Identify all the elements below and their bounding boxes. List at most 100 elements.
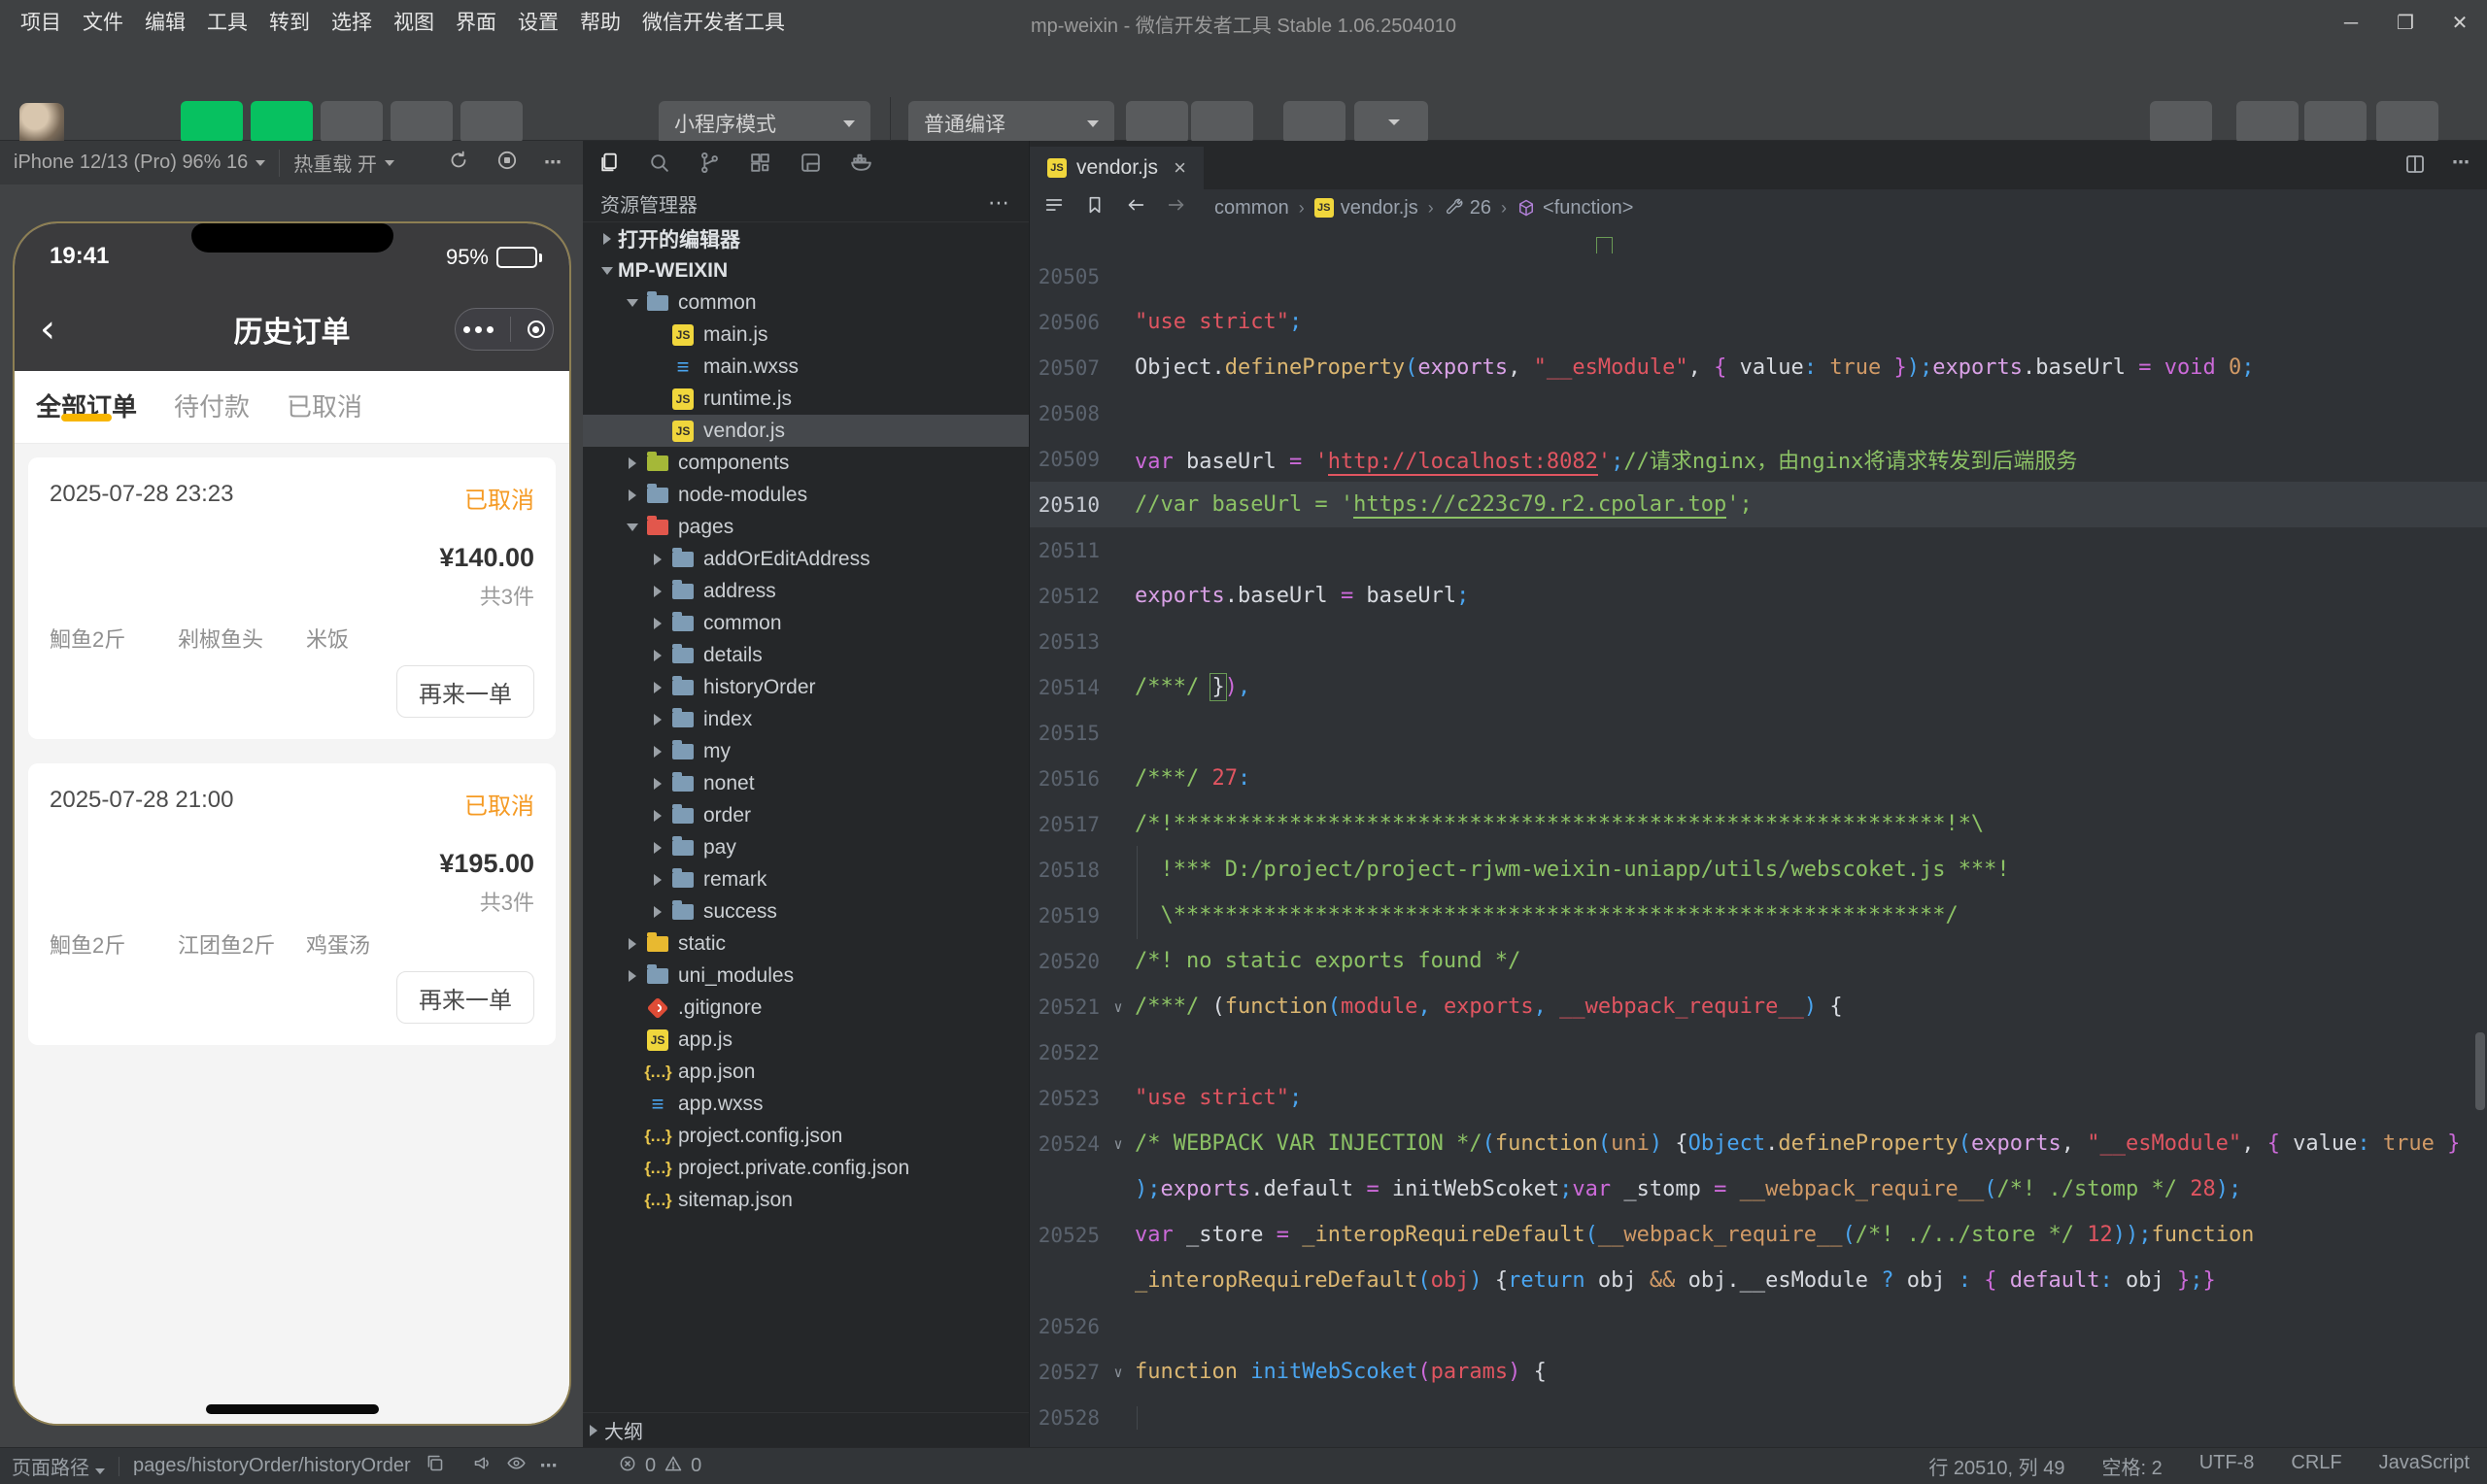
tree-item-app.json[interactable]: {…} app.json — [583, 1056, 1029, 1088]
tree-item-order[interactable]: order — [583, 799, 1029, 831]
fold-chevron-icon[interactable]: ∨ — [1106, 1364, 1131, 1381]
编辑器-button[interactable] — [251, 101, 313, 144]
tree-item-nonet[interactable]: nonet — [583, 767, 1029, 799]
more-icon[interactable]: ⋯ — [540, 1455, 560, 1477]
back-icon[interactable] — [1125, 194, 1146, 221]
home-indicator[interactable] — [205, 1404, 379, 1414]
more-icon[interactable]: ⋯ — [2452, 152, 2471, 181]
scrollbar-thumb[interactable] — [2475, 1032, 2485, 1110]
menu-转到[interactable]: 转到 — [258, 0, 321, 47]
refresh-icon[interactable] — [447, 149, 470, 178]
消息-button[interactable] — [2376, 101, 2438, 144]
forward-icon[interactable] — [1166, 194, 1187, 221]
order-card[interactable]: 2025-07-28 21:00 已取消 ¥195.00 共3件 鮰鱼2斤 江团鱼… — [28, 763, 556, 1045]
menu-帮助[interactable]: 帮助 — [569, 0, 631, 47]
code-line-20512[interactable]: 20512 exports.baseUrl = baseUrl; — [1030, 573, 2487, 619]
menu-视图[interactable]: 视图 — [383, 0, 445, 47]
order-card[interactable]: 2025-07-28 23:23 已取消 ¥140.00 共3件 鮰鱼2斤 剁椒鱼… — [28, 457, 556, 739]
tree-item-components[interactable]: components — [583, 447, 1029, 479]
tree-item-address[interactable]: address — [583, 575, 1029, 607]
tree-item-node-modules[interactable]: node-modules — [583, 479, 1029, 511]
code-line-20505[interactable]: 20505 — [1030, 253, 2487, 299]
menu-设置[interactable]: 设置 — [507, 0, 569, 47]
code-line-20513[interactable]: 20513 — [1030, 619, 2487, 664]
code-line-20510[interactable]: 20510 //var baseUrl = 'https://c223c79.r… — [1030, 482, 2487, 527]
miniprogram-capsule[interactable] — [455, 308, 554, 351]
encoding[interactable]: UTF-8 — [2199, 1452, 2255, 1480]
files-icon[interactable] — [583, 151, 633, 175]
split-editor-icon[interactable] — [2403, 152, 2427, 181]
tree-item-main.wxss[interactable]: ≡ main.wxss — [583, 351, 1029, 383]
详情-button[interactable] — [2304, 101, 2367, 144]
tree-item-project.config.json[interactable]: {…} project.config.json — [583, 1120, 1029, 1152]
code-line-20507[interactable]: 20507 Object.defineProperty(exports, "__… — [1030, 345, 2487, 390]
tree-item-common[interactable]: common — [583, 287, 1029, 319]
code-line-20524[interactable]: 20524 ∨ /* WEBPACK VAR INJECTION */(func… — [1030, 1121, 2487, 1166]
tab-待付款[interactable]: 待付款 — [174, 388, 250, 427]
fold-chevron-icon[interactable]: ∨ — [1106, 998, 1131, 1016]
code-line-20514[interactable]: 20514 /***/ }), — [1030, 664, 2487, 710]
close-icon[interactable]: × — [1174, 155, 1186, 181]
reorder-button[interactable]: 再来一单 — [396, 665, 534, 718]
tree-item-runtime.js[interactable]: JS runtime.js — [583, 383, 1029, 415]
watch-icon[interactable] — [506, 1453, 527, 1479]
breadcrumb-vendor.js[interactable]: JS vendor.js — [1313, 197, 1418, 219]
list-icon[interactable] — [1043, 194, 1065, 221]
page-path-label[interactable]: 页面路径 — [12, 1452, 105, 1480]
tree-item-app.js[interactable]: JS app.js — [583, 1024, 1029, 1056]
code-line-20506[interactable]: 20506 "use strict"; — [1030, 299, 2487, 345]
more-icon[interactable]: ⋯ — [544, 152, 563, 174]
outline-section[interactable]: 大纲 — [583, 1412, 1029, 1447]
git-icon[interactable] — [684, 151, 734, 175]
extensions-icon[interactable] — [734, 151, 785, 175]
code-line-20527[interactable]: 20527 ∨ function initWebScoket(params) { — [1030, 1349, 2487, 1395]
版本管理-button[interactable] — [2236, 101, 2299, 144]
tab-全部订单[interactable]: 全部订单 — [36, 388, 137, 427]
tab-已取消[interactable]: 已取消 — [287, 388, 362, 427]
device-selector[interactable]: iPhone 12/13 (Pro) 96% 16 — [0, 150, 279, 177]
code-line-20523[interactable]: 20523 "use strict"; — [1030, 1075, 2487, 1121]
maximize-button[interactable]: ❐ — [2378, 0, 2433, 47]
tree-item-static[interactable]: static — [583, 928, 1029, 960]
tree-item-success[interactable]: success — [583, 895, 1029, 928]
search-icon[interactable] — [633, 151, 684, 175]
fold-chevron-icon[interactable]: ∨ — [1106, 1135, 1131, 1153]
code-line-20509[interactable]: 20509 var baseUrl = 'http://localhost:80… — [1030, 436, 2487, 482]
record-icon[interactable] — [495, 149, 519, 178]
layout-panel-icon[interactable] — [785, 151, 835, 175]
menu-编辑[interactable]: 编辑 — [134, 0, 196, 47]
close-icon[interactable] — [527, 320, 545, 338]
more-icon[interactable] — [463, 325, 494, 333]
tree-item-.gitignore[interactable]: .gitignore — [583, 992, 1029, 1024]
code-line-20525[interactable]: 20525 var _store = _interopRequireDefaul… — [1030, 1212, 2487, 1258]
indent-setting[interactable]: 空格: 2 — [2101, 1452, 2162, 1480]
breadcrumb-26[interactable]: 26 — [1444, 197, 1491, 219]
真机调试-button[interactable] — [1283, 101, 1346, 144]
problems-counter[interactable]: 0 0 — [618, 1454, 701, 1479]
code-line-20511[interactable]: 20511 — [1030, 527, 2487, 573]
menu-界面[interactable]: 界面 — [445, 0, 507, 47]
tree-item-addOrEditAddress[interactable]: addOrEditAddress — [583, 543, 1029, 575]
compile-dropdown[interactable]: 普通编译 — [908, 101, 1114, 146]
tree-item-project.private.config.json[interactable]: {…} project.private.config.json — [583, 1152, 1029, 1184]
tree-item-pages[interactable]: pages — [583, 511, 1029, 543]
tree-item-common[interactable]: common — [583, 607, 1029, 639]
menu-微信开发者工具[interactable]: 微信开发者工具 — [631, 0, 796, 47]
line-ending[interactable]: CRLF — [2291, 1452, 2341, 1480]
tree-item-MP-WEIXIN[interactable]: MP-WEIXIN — [583, 254, 1029, 287]
code-line-20520[interactable]: 20520 /*! no static exports found */ — [1030, 938, 2487, 984]
mode-dropdown[interactable]: 小程序模式 — [659, 101, 870, 146]
hot-reload-toggle[interactable]: 热重载 开 — [279, 149, 408, 177]
tree-item-remark[interactable]: remark — [583, 863, 1029, 895]
code-line-20519[interactable]: 20519 \*********************************… — [1030, 892, 2487, 939]
code-line[interactable]: _interopRequireDefault(obj) {return obj … — [1030, 1258, 2487, 1303]
menu-项目[interactable]: 项目 — [10, 0, 72, 47]
可视化-button[interactable] — [391, 101, 453, 144]
breadcrumb-<function>[interactable]: <function> — [1516, 197, 1633, 219]
reorder-button[interactable]: 再来一单 — [396, 971, 534, 1024]
云开发-button[interactable] — [460, 101, 523, 144]
code-area[interactable]: ▁▁▁▁ ▁▁ ▁▁ ▁▁▁▁▁ ▁ ▁ ▁▁▁ ▁▁ 20505 20506 … — [1030, 226, 2487, 1447]
tree-item-details[interactable]: details — [583, 639, 1029, 671]
code-line-20517[interactable]: 20517 /*!*******************************… — [1030, 801, 2487, 847]
模拟器-button[interactable] — [181, 101, 243, 144]
